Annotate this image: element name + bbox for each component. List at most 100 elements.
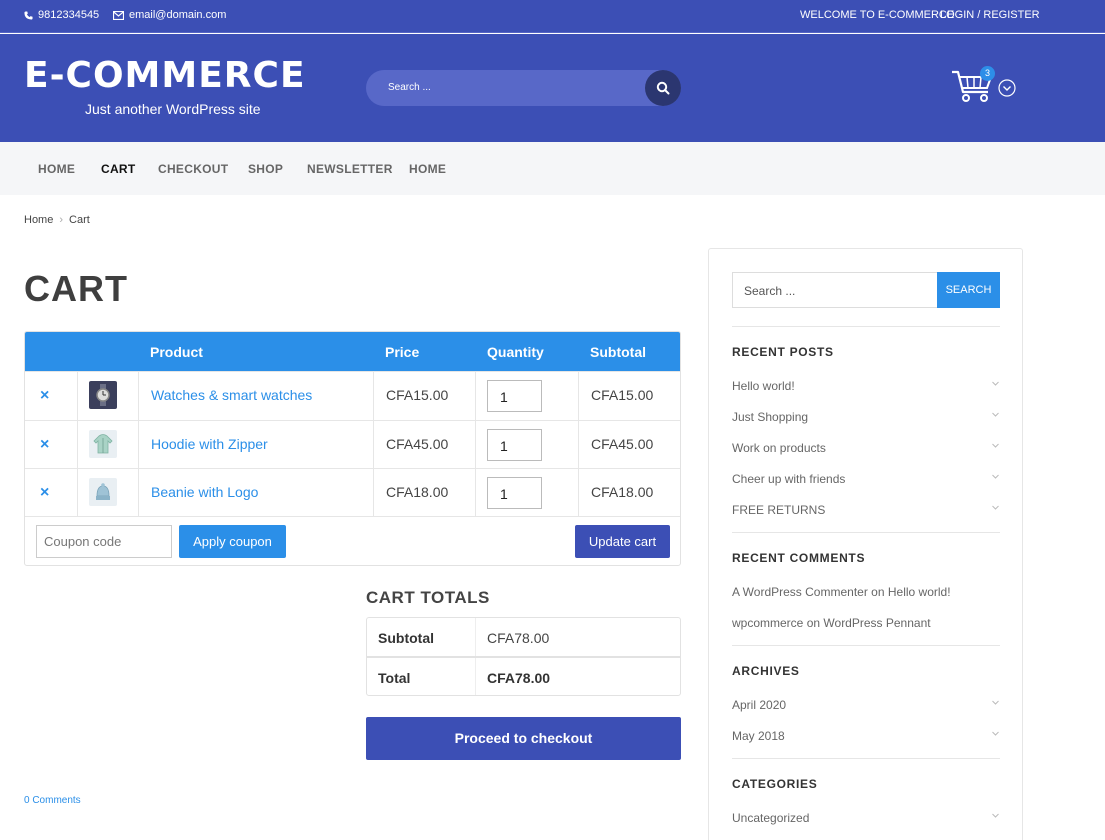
recent-post-label: Cheer up with friends — [732, 472, 846, 486]
coupon-row: Coupon code Apply coupon Update cart — [25, 516, 680, 565]
archive-link[interactable]: April 2020 — [732, 698, 1000, 712]
recent-post-link[interactable]: FREE RETURNS — [732, 503, 1000, 517]
comment-post-link[interactable]: Hello world! — [888, 585, 951, 599]
product-price: CFA15.00 — [386, 387, 449, 403]
nav-checkout[interactable]: CHECKOUT — [158, 162, 228, 176]
product-thumbnail[interactable] — [89, 478, 117, 506]
comment-author-link[interactable]: A WordPress Commenter — [732, 585, 868, 599]
quantity-input[interactable]: 1 — [487, 429, 542, 461]
chevron-down-icon[interactable] — [998, 79, 1016, 97]
cart-table: Product Price Quantity Subtotal × Watche… — [24, 331, 681, 566]
divider — [732, 645, 1000, 646]
nav-home[interactable]: HOME — [38, 162, 75, 176]
update-cart-button[interactable]: Update cart — [575, 525, 670, 558]
remove-item-button[interactable]: × — [40, 484, 49, 502]
email-contact[interactable]: email@domain.com — [113, 9, 226, 21]
main-nav: HOME CART CHECKOUT SHOP NEWSLETTER HOME — [0, 142, 1105, 195]
phone-icon — [24, 10, 33, 20]
remove-item-button[interactable]: × — [40, 387, 49, 405]
total-row: Total CFA78.00 — [367, 656, 680, 695]
divider — [732, 326, 1000, 327]
recent-post-label: Work on products — [732, 441, 826, 455]
archive-link[interactable]: May 2018 — [732, 729, 1000, 743]
product-thumbnail[interactable] — [89, 381, 117, 409]
nav-shop[interactable]: SHOP — [248, 162, 283, 176]
archives-heading: ARCHIVES — [732, 664, 800, 678]
recent-post-link[interactable]: Just Shopping — [732, 410, 1000, 424]
chevron-down-icon — [992, 443, 999, 448]
remove-item-button[interactable]: × — [40, 436, 49, 454]
cart-row: × Watches & smart watches CFA15.00 1 CFA… — [25, 371, 680, 420]
recent-comment: A WordPress Commenter on Hello world! — [732, 585, 1000, 599]
comment-post-link[interactable]: WordPress Pennant — [823, 616, 930, 630]
coupon-code-input[interactable]: Coupon code — [36, 525, 172, 558]
category-label: Uncategorized — [732, 811, 810, 825]
cart-totals-table: Subtotal CFA78.00 Total CFA78.00 — [366, 617, 681, 696]
login-register-link[interactable]: LOGIN / REGISTER — [940, 9, 1040, 21]
header-search-input[interactable]: Search ... — [388, 82, 431, 93]
nav-home-2[interactable]: HOME — [409, 162, 446, 176]
product-price: CFA45.00 — [386, 436, 449, 452]
site-tagline: Just another WordPress site — [85, 101, 261, 117]
nav-newsletter[interactable]: NEWSLETTER — [307, 162, 393, 176]
recent-comment: wpcommerce on WordPress Pennant — [732, 616, 1000, 630]
welcome-text: WELCOME TO E-COMMERCE — [800, 9, 955, 21]
recent-post-link[interactable]: Work on products — [732, 441, 1000, 455]
quantity-input[interactable]: 1 — [487, 380, 542, 412]
chevron-down-icon — [992, 731, 999, 736]
divider — [732, 532, 1000, 533]
phone-contact[interactable]: 9812334545 — [24, 9, 99, 21]
nav-cart[interactable]: CART — [101, 162, 136, 176]
proceed-to-checkout-button[interactable]: Proceed to checkout — [366, 717, 681, 760]
recent-post-link[interactable]: Hello world! — [732, 379, 1000, 393]
total-label: Total — [378, 670, 411, 686]
quantity-input[interactable]: 1 — [487, 477, 542, 509]
column-price: Price — [385, 344, 420, 360]
cart-row: × Beanie with Logo CFA18.00 1 CFA18.00 — [25, 468, 680, 517]
cart-table-header: Product Price Quantity Subtotal — [25, 332, 680, 371]
comment-author-link[interactable]: wpcommerce — [732, 616, 803, 630]
email-address: email@domain.com — [129, 9, 227, 21]
comment-on-text: on — [871, 585, 885, 599]
comment-on-text: on — [806, 616, 821, 630]
sidebar-search-button[interactable]: SEARCH — [937, 272, 1000, 308]
breadcrumb: Home › Cart — [24, 214, 90, 226]
recent-post-link[interactable]: Cheer up with friends — [732, 472, 1000, 486]
chevron-down-icon — [992, 381, 999, 386]
recent-post-label: FREE RETURNS — [732, 503, 826, 517]
recent-post-label: Just Shopping — [732, 410, 809, 424]
watch-icon — [96, 384, 110, 406]
comments-link[interactable]: 0 Comments — [24, 795, 81, 806]
search-icon — [656, 81, 670, 95]
phone-number: 9812334545 — [38, 9, 100, 21]
header-search[interactable]: Search ... — [366, 70, 681, 106]
product-subtotal: CFA18.00 — [591, 484, 654, 500]
column-product: Product — [150, 344, 203, 360]
categories-heading: CATEGORIES — [732, 777, 818, 791]
subtotal-row: Subtotal CFA78.00 — [367, 618, 680, 657]
subtotal-value: CFA78.00 — [487, 630, 550, 646]
breadcrumb-home[interactable]: Home — [24, 214, 53, 226]
archive-label: May 2018 — [732, 729, 785, 743]
product-name-link[interactable]: Beanie with Logo — [151, 484, 258, 500]
chevron-down-icon — [992, 813, 999, 818]
beanie-icon — [96, 483, 110, 500]
sidebar-search-input[interactable]: Search ... — [732, 272, 938, 308]
column-quantity: Quantity — [487, 344, 544, 360]
product-name-link[interactable]: Hoodie with Zipper — [151, 436, 268, 452]
product-thumbnail[interactable] — [89, 430, 117, 458]
divider — [732, 758, 1000, 759]
category-link[interactable]: Uncategorized — [732, 811, 1000, 825]
apply-coupon-button[interactable]: Apply coupon — [179, 525, 286, 558]
chevron-down-icon — [992, 412, 999, 417]
product-price: CFA18.00 — [386, 484, 449, 500]
page-title: CART — [24, 268, 128, 309]
product-subtotal: CFA45.00 — [591, 436, 654, 452]
breadcrumb-separator-icon: › — [59, 214, 64, 226]
site-logo[interactable]: E-COMMERCE — [24, 56, 306, 96]
total-value: CFA78.00 — [487, 670, 551, 686]
recent-posts-heading: RECENT POSTS — [732, 345, 834, 359]
product-name-link[interactable]: Watches & smart watches — [151, 387, 312, 403]
header-search-button[interactable] — [645, 70, 681, 106]
chevron-down-icon — [992, 505, 999, 510]
